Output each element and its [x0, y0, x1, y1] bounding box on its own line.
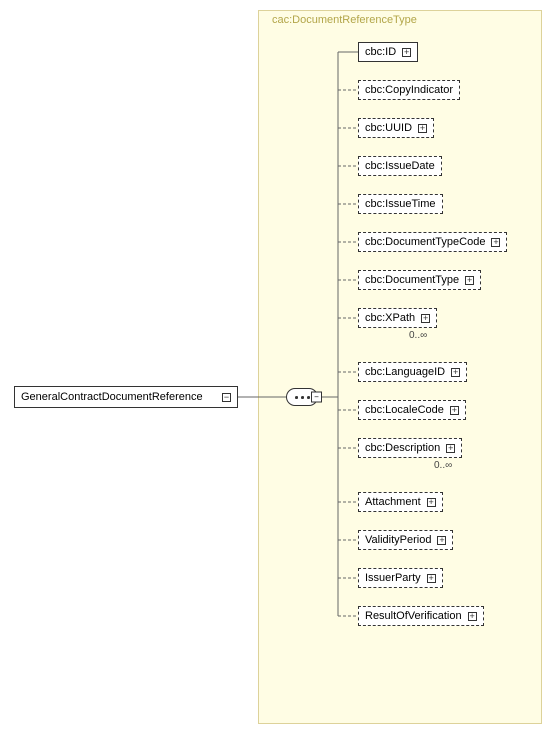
child-element-label: cbc:DocumentTypeCode — [365, 236, 485, 248]
plus-icon[interactable]: + — [427, 498, 436, 507]
plus-icon[interactable]: + — [421, 314, 430, 323]
child-element-label: cbc:XPath — [365, 312, 415, 324]
child-element-label: ResultOfVerification — [365, 610, 462, 622]
child-element-label: cbc:UUID — [365, 122, 412, 134]
child-element-label: cbc:DocumentType — [365, 274, 459, 286]
root-element-label: GeneralContractDocumentReference — [21, 391, 203, 403]
child-element[interactable]: cbc:IssueTime — [358, 194, 443, 214]
cardinality-label: 0..∞ — [434, 460, 452, 471]
plus-icon[interactable]: + — [491, 238, 500, 247]
cardinality-label: 0..∞ — [409, 330, 427, 341]
plus-icon[interactable]: + — [465, 276, 474, 285]
child-element[interactable]: cbc:IssueDate — [358, 156, 442, 176]
child-element[interactable]: Attachment + — [358, 492, 443, 512]
minus-icon[interactable]: − — [311, 392, 322, 403]
root-element[interactable]: GeneralContractDocumentReference − — [14, 386, 238, 408]
child-element[interactable]: ResultOfVerification + — [358, 606, 484, 626]
type-label: cac:DocumentReferenceType — [272, 14, 417, 26]
child-element-label: cbc:IssueTime — [365, 198, 436, 210]
child-element-label: ValidityPeriod — [365, 534, 431, 546]
child-element[interactable]: cbc:ID + — [358, 42, 418, 62]
child-element-label: cbc:ID — [365, 46, 396, 58]
plus-icon[interactable]: + — [446, 444, 455, 453]
child-element-label: cbc:LanguageID — [365, 366, 445, 378]
plus-icon[interactable]: + — [451, 368, 460, 377]
child-element[interactable]: cbc:DocumentTypeCode + — [358, 232, 507, 252]
child-element-label: cbc:CopyIndicator — [365, 84, 453, 96]
child-element-label: Attachment — [365, 496, 421, 508]
plus-icon[interactable]: + — [468, 612, 477, 621]
child-element-label: cbc:IssueDate — [365, 160, 435, 172]
child-element-label: cbc:Description — [365, 442, 440, 454]
child-element[interactable]: cbc:XPath + — [358, 308, 437, 328]
child-element[interactable]: cbc:Description + — [358, 438, 462, 458]
plus-icon[interactable]: + — [402, 48, 411, 57]
child-element[interactable]: cbc:UUID + — [358, 118, 434, 138]
child-element[interactable]: IssuerParty + — [358, 568, 443, 588]
sequence-dots-icon — [295, 396, 310, 399]
child-element[interactable]: cbc:LocaleCode + — [358, 400, 466, 420]
diagram-canvas: cac:DocumentReferenceType GeneralContrac… — [0, 0, 547, 738]
child-element[interactable]: cbc:LanguageID + — [358, 362, 467, 382]
plus-icon[interactable]: + — [427, 574, 436, 583]
plus-icon[interactable]: + — [450, 406, 459, 415]
child-element-label: cbc:LocaleCode — [365, 404, 444, 416]
child-element[interactable]: cbc:CopyIndicator — [358, 80, 460, 100]
child-element-label: IssuerParty — [365, 572, 421, 584]
plus-icon[interactable]: + — [418, 124, 427, 133]
child-element[interactable]: cbc:DocumentType + — [358, 270, 481, 290]
child-element[interactable]: ValidityPeriod + — [358, 530, 453, 550]
sequence-compositor[interactable]: − — [286, 388, 318, 406]
plus-icon[interactable]: + — [437, 536, 446, 545]
minus-icon[interactable]: − — [222, 393, 231, 402]
